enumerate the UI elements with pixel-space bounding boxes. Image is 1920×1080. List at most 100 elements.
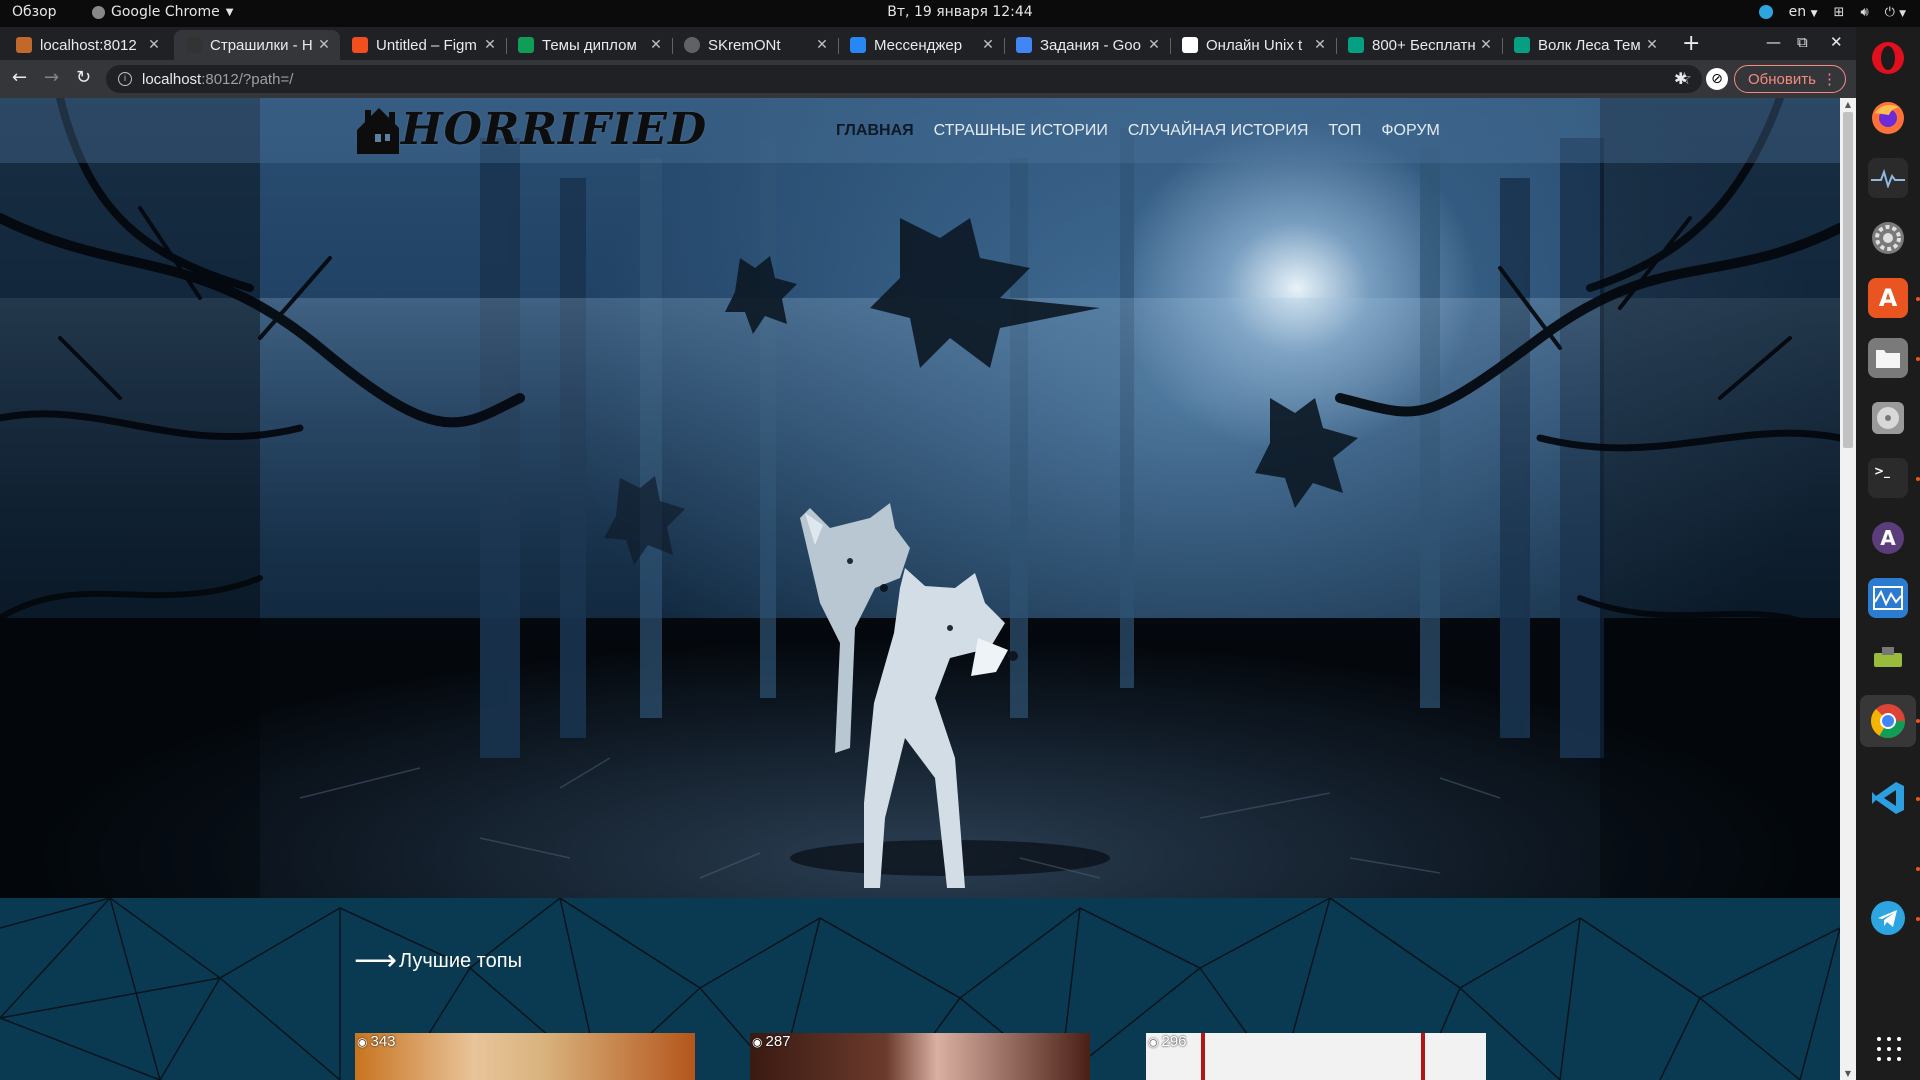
close-icon[interactable]: ✕ xyxy=(1644,37,1660,53)
disk-utility-icon[interactable] xyxy=(1868,398,1908,438)
menu-item-forum[interactable]: ФОРУМ xyxy=(1381,122,1439,140)
ubuntu-dock: A >_ A xyxy=(1856,27,1920,1080)
close-icon[interactable]: ✕ xyxy=(1146,37,1162,53)
telegram-tray-icon[interactable] xyxy=(1758,5,1773,19)
chart-icon xyxy=(1182,37,1198,53)
menu-item-home[interactable]: ГЛАВНАЯ xyxy=(836,122,914,140)
close-icon[interactable]: ✕ xyxy=(980,37,996,53)
software-store-icon[interactable]: A xyxy=(1868,278,1908,318)
firefox-icon[interactable] xyxy=(1868,98,1908,138)
site-info-icon[interactable]: i xyxy=(118,72,132,86)
top-card[interactable]: ◉ 287 xyxy=(750,1033,1090,1080)
tab-docs[interactable]: Задания - Goo ✕ xyxy=(1004,30,1170,60)
app-menu[interactable]: Google Chrome ▼ xyxy=(92,4,233,20)
aseprite-icon[interactable]: A xyxy=(1868,518,1908,558)
menu-item-random-story[interactable]: СЛУЧАЙНАЯ ИСТОРИЯ xyxy=(1128,122,1309,140)
show-applications-icon[interactable] xyxy=(1877,1037,1901,1061)
docs-icon xyxy=(1016,37,1032,53)
tab-strip: localhost:8012 ✕ Страшилки - H ✕ Untitle… xyxy=(0,27,1856,60)
update-button-label: Обновить xyxy=(1748,70,1816,88)
update-button[interactable]: Обновить ⋮ xyxy=(1734,65,1846,93)
network-icon[interactable]: ⊞ xyxy=(1834,5,1845,20)
extensions-puzzle-icon[interactable]: ✱ xyxy=(1674,69,1687,88)
window-close-button[interactable]: ✕ xyxy=(1830,33,1843,51)
volume-icon[interactable]: 🔊︎ xyxy=(1860,5,1868,20)
figma-icon xyxy=(352,37,368,53)
close-icon[interactable]: ✕ xyxy=(814,37,830,53)
site-header: HORRIFIED ГЛАВНАЯ СТРАШНЫЕ ИСТОРИИ СЛУЧА… xyxy=(0,98,1840,163)
chrome-icon[interactable] xyxy=(1860,695,1916,747)
tab-strashilki[interactable]: Страшилки - H ✕ xyxy=(174,30,340,60)
globe-icon xyxy=(684,37,700,53)
close-icon[interactable]: ✕ xyxy=(316,37,332,53)
page-viewport: HORRIFIED ГЛАВНАЯ СТРАШНЫЕ ИСТОРИИ СЛУЧА… xyxy=(0,98,1840,1080)
screenshot-tool-icon[interactable] xyxy=(1868,638,1908,678)
horrified-icon xyxy=(186,37,202,53)
opera-icon[interactable] xyxy=(1868,38,1908,78)
best-tops-title: Лучшие топы xyxy=(399,949,522,972)
tab-figma[interactable]: Untitled – Figm ✕ xyxy=(340,30,506,60)
tab-skremont[interactable]: SKremONt ✕ xyxy=(672,30,838,60)
vscode-icon[interactable] xyxy=(1868,778,1908,818)
tab-title: SKremONt xyxy=(708,36,781,54)
logo-text: HORRIFIED xyxy=(401,103,708,155)
page-scrollbar[interactable]: ▲ ▼ xyxy=(1840,98,1856,1080)
reload-icon[interactable]: ↻ xyxy=(76,67,91,88)
close-icon[interactable]: ✕ xyxy=(1478,37,1494,53)
eye-icon: ◉ xyxy=(357,1034,368,1049)
menu-item-top[interactable]: ТОП xyxy=(1328,122,1361,140)
new-tab-button[interactable]: + xyxy=(1682,31,1700,56)
scrollbar-thumb[interactable] xyxy=(1843,112,1853,448)
tab-title: localhost:8012 xyxy=(40,36,137,54)
clock[interactable]: Вт, 19 января 12:44 xyxy=(887,4,1032,20)
settings-gear-icon[interactable] xyxy=(1868,218,1908,258)
close-icon[interactable]: ✕ xyxy=(146,37,162,53)
close-icon[interactable]: ✕ xyxy=(1312,37,1328,53)
terminal-icon[interactable]: >_ xyxy=(1868,458,1908,498)
telegram-icon[interactable] xyxy=(1868,898,1908,938)
tab-title: Темы диплом xyxy=(542,36,637,54)
close-icon[interactable]: ✕ xyxy=(648,37,664,53)
view-count-value: 296 xyxy=(1161,1033,1187,1050)
horrified-icon xyxy=(16,37,32,53)
tab-sheets[interactable]: Темы диплом ✕ xyxy=(506,30,672,60)
main-menu: ГЛАВНАЯ СТРАШНЫЕ ИСТОРИИ СЛУЧАЙНАЯ ИСТОР… xyxy=(836,98,1440,163)
scroll-up-arrow-icon[interactable]: ▲ xyxy=(1840,100,1856,109)
profile-avatar-icon[interactable]: ⊘ xyxy=(1706,68,1728,90)
url-host: localhost xyxy=(142,70,202,88)
tab-unix-time[interactable]: Онлайн Unix t ✕ xyxy=(1170,30,1336,60)
address-bar[interactable]: i localhost:8012/?path=/ ☆ xyxy=(106,65,1702,93)
wave-monitor-icon[interactable] xyxy=(1868,578,1908,618)
app-menu-label: Google Chrome xyxy=(111,4,220,20)
files-folder-icon[interactable] xyxy=(1868,338,1908,378)
tab-title: Страшилки - H xyxy=(210,36,313,54)
chevron-down-icon: ▼ xyxy=(225,6,234,18)
activities-button[interactable]: Обзор xyxy=(12,4,57,20)
forward-arrow-icon[interactable]: → xyxy=(44,67,59,88)
close-icon[interactable]: ✕ xyxy=(482,37,498,53)
tab-messenger[interactable]: Мессенджер ✕ xyxy=(838,30,1004,60)
scroll-down-arrow-icon[interactable]: ▼ xyxy=(1840,1069,1856,1078)
top-card[interactable]: ◉ 343 xyxy=(355,1033,695,1080)
haunted-house-icon xyxy=(357,108,399,154)
system-monitor-icon[interactable] xyxy=(1868,158,1908,198)
site-logo[interactable]: HORRIFIED xyxy=(355,100,707,158)
maximize-button[interactable]: ⧉ xyxy=(1797,33,1808,51)
top-card[interactable]: ◉ 296 xyxy=(1146,1033,1486,1080)
kebab-menu-icon[interactable]: ⋮ xyxy=(1822,70,1837,88)
chevron-down-icon: ▼ xyxy=(1810,9,1818,19)
tab-title: Задания - Goo xyxy=(1040,36,1141,54)
view-count-value: 343 xyxy=(370,1033,396,1050)
tab-title: Мессенджер xyxy=(874,36,963,54)
tab-localhost[interactable]: localhost:8012 ✕ xyxy=(4,30,170,60)
view-count: ◉ 343 xyxy=(357,1033,396,1050)
menu-item-scary-stories[interactable]: СТРАШНЫЕ ИСТОРИИ xyxy=(934,122,1108,140)
hero-banner: HORRIFIED ГЛАВНАЯ СТРАШНЫЕ ИСТОРИИ СЛУЧА… xyxy=(0,98,1840,898)
tab-pixabay-wolf[interactable]: Волк Леса Тем ✕ xyxy=(1502,30,1668,60)
minimize-button[interactable]: — xyxy=(1766,33,1781,51)
tab-pixabay-free[interactable]: 800+ Бесплатн ✕ xyxy=(1336,30,1502,60)
keyboard-layout[interactable]: en ▼ xyxy=(1789,4,1818,20)
power-icon[interactable]: ⏻ ▼ xyxy=(1885,5,1906,20)
back-arrow-icon[interactable]: ← xyxy=(12,67,27,88)
eye-icon: ◉ xyxy=(1148,1034,1159,1049)
